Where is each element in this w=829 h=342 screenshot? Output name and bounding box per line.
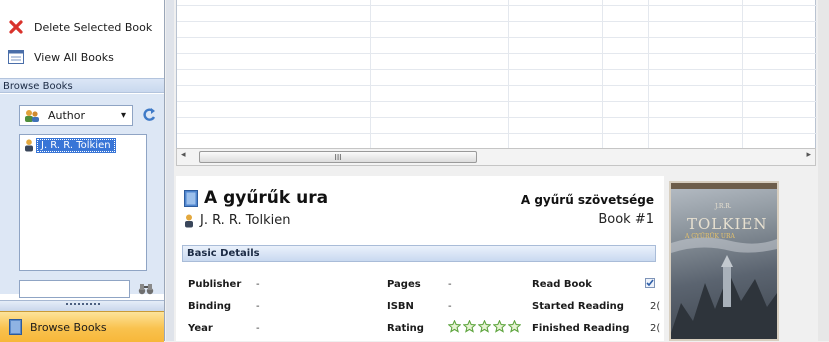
view-all-books-label: View All Books <box>34 50 114 64</box>
book-list-icon <box>8 49 24 65</box>
view-all-books-button[interactable]: View All Books <box>8 44 114 70</box>
started-reading-label: Started Reading <box>532 301 624 312</box>
browse-by-select[interactable]: Author ▾ <box>19 105 133 126</box>
grip-dots <box>66 303 100 308</box>
book-icon <box>184 189 198 207</box>
refresh-icon[interactable] <box>141 106 159 124</box>
scroll-thumb-grip: III <box>334 152 342 162</box>
author-icon <box>24 138 34 152</box>
isbn-value: - <box>448 301 452 312</box>
author-list[interactable]: J. R. R. Tolkien <box>19 134 147 271</box>
year-label: Year <box>188 323 213 334</box>
delete-selected-book-label: Delete Selected Book <box>34 20 153 34</box>
binoculars-icon[interactable] <box>137 281 155 297</box>
books-grid[interactable] <box>176 0 817 148</box>
book-cover-image: J.R.R. TOLKIEN A GYŰRŰK URA <box>669 181 779 341</box>
year-value: - <box>256 323 260 334</box>
cover-title: TOLKIEN <box>687 215 768 233</box>
star-icon[interactable] <box>508 320 521 333</box>
chevron-down-icon[interactable]: ▾ <box>121 110 126 121</box>
star-icon[interactable] <box>463 320 476 333</box>
isbn-label: ISBN <box>387 301 414 312</box>
browse-books-nav-button[interactable]: Browse Books <box>0 311 164 342</box>
finished-reading-value: 2( <box>650 323 660 334</box>
book-title-text: A gyűrűk ura <box>204 188 329 208</box>
author-group-icon <box>24 109 42 123</box>
publisher-label: Publisher <box>188 279 242 290</box>
book-author-text: J. R. R. Tolkien <box>200 213 291 228</box>
checkmark-icon <box>646 279 654 287</box>
horizontal-scrollbar[interactable]: ◂ III ▸ <box>176 148 816 166</box>
scroll-left-icon[interactable]: ◂ <box>181 150 186 160</box>
search-input[interactable] <box>19 280 130 298</box>
book-series: A gyűrű szövetsége <box>520 193 654 207</box>
book-details-panel: A gyűrűk ura J. R. R. Tolkien A gyűrű sz… <box>176 176 664 341</box>
binding-label: Binding <box>188 301 232 312</box>
cover-author: J.R.R. <box>715 203 732 210</box>
star-icon[interactable] <box>478 320 491 333</box>
binding-value: - <box>256 301 260 312</box>
browse-books-header: Browse Books <box>0 78 164 93</box>
scroll-right-icon[interactable]: ▸ <box>806 150 811 160</box>
delete-selected-book-button[interactable]: Delete Selected Book <box>8 14 152 40</box>
author-icon <box>184 214 194 228</box>
basic-details-header: Basic Details <box>182 245 656 262</box>
browse-books-nav-label: Browse Books <box>30 320 107 334</box>
rating-stars[interactable] <box>448 320 523 333</box>
read-book-label: Read Book <box>532 279 592 290</box>
started-reading-value: 2( <box>650 301 660 312</box>
star-icon[interactable] <box>448 320 461 333</box>
panel-divider[interactable] <box>166 0 174 341</box>
book-number: Book #1 <box>598 212 654 227</box>
book-title: A gyűrűk ura <box>184 188 328 208</box>
book-author[interactable]: J. R. R. Tolkien <box>184 213 290 228</box>
right-edge-bar <box>818 0 829 341</box>
cover-subtitle: A GYŰRŰK URA <box>685 233 735 240</box>
publisher-value: - <box>256 279 260 290</box>
browse-by-value: Author <box>48 109 86 122</box>
read-book-checkbox[interactable] <box>645 278 655 288</box>
rating-label: Rating <box>387 323 424 334</box>
finished-reading-label: Finished Reading <box>532 323 630 334</box>
grid-lines <box>177 0 817 148</box>
list-item-label: J. R. R. Tolkien <box>36 137 116 153</box>
book-icon <box>9 319 22 335</box>
star-icon[interactable] <box>493 320 506 333</box>
delete-x-icon <box>8 19 24 35</box>
pages-value: - <box>448 279 452 290</box>
pages-label: Pages <box>387 279 421 290</box>
scroll-thumb[interactable]: III <box>199 151 477 163</box>
list-item[interactable]: J. R. R. Tolkien <box>24 137 116 153</box>
sidebar: Delete Selected Book View All Books Brow… <box>0 0 165 342</box>
